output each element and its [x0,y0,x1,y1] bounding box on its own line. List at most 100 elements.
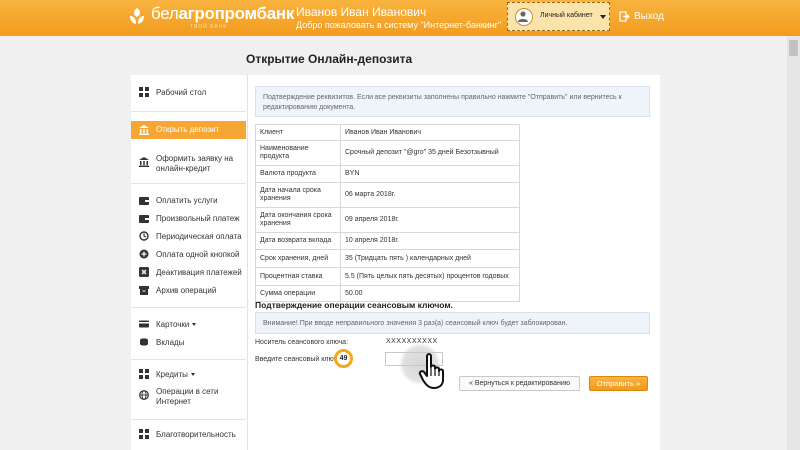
grid-icon [139,369,149,379]
grid-icon [139,87,149,97]
chevron-down-icon [190,373,195,377]
sidebar-divider [131,419,246,420]
sidebar-item-cards[interactable]: Карточки [131,315,246,335]
detail-value: 06 марта 2018г. [340,182,520,208]
chevron-down-icon [600,15,606,19]
close-square-icon [139,267,149,277]
detail-key: Дата начала срока хранения [255,182,341,208]
detail-value: 5.5 (Пять целых пять десятых) процентов … [340,267,520,286]
confirmation-notice: Подтверждение реквизитов. Если все рекви… [255,86,650,117]
sidebar-item-one-button-payment[interactable]: Оплата одной кнопкой [131,245,246,265]
credits-label: Кредиты [156,370,188,379]
table-row: Валюта продукта BYN [255,165,520,183]
wallet-icon [139,197,149,205]
sidebar-item-payment-deactivation[interactable]: Деактивация платежей [131,263,246,283]
scrollbar[interactable] [787,36,800,450]
sidebar-divider [131,111,246,112]
sidebar-item-desktop[interactable]: Рабочий стол [131,83,246,103]
sidebar-item-label: Оформить заявку на онлайн-кредит [156,154,234,173]
cabinet-label: Личный кабинет [540,12,593,19]
sidebar-item-open-deposit[interactable]: Открыть депозит [131,121,246,139]
table-row: Клиент Иванов Иван Иванович [255,124,520,141]
sidebar: Рабочий стол Открыть депозит Оформить за… [131,75,248,450]
archive-icon [139,286,149,295]
sidebar-item-credits[interactable]: Кредиты [131,365,246,385]
detail-key: Срок хранения, дней [255,249,341,268]
logout-label: Выход [634,11,664,23]
detail-value: Срочный депозит "@gro" 35 дней Безотзывн… [340,140,520,166]
coins-icon [140,338,148,346]
sidebar-item-label: Карточки [156,320,197,330]
user-icon [518,11,528,22]
session-key-label: Введите сеансовый ключ N [255,356,345,363]
sidebar-divider [131,183,246,184]
table-row: Дата возврата вклада 10 апреля 2018г. [255,232,520,250]
detail-key: Дата окончания срока хранения [255,207,341,233]
sidebar-item-internet-operations[interactable]: Операции в сети Интернет [131,386,246,406]
sidebar-item-periodic-payment[interactable]: Периодическая оплата [131,227,246,247]
grid-icon [139,429,149,439]
table-row: Дата окончания срока хранения 09 апреля 2… [255,207,520,233]
sidebar-item-label: Операции в сети Интернет [156,387,219,406]
table-row: Процентная ставка 5.5 (Пять целых пять де… [255,267,520,286]
sidebar-item-charity[interactable]: Благотворительность [131,425,246,445]
session-key-title: Подтверждение операции сеансовым ключом. [255,300,454,310]
page-title: Открытие Онлайн-депозита [246,52,413,66]
sidebar-item-label: Благотворительность [156,430,236,439]
sidebar-item-operations-archive[interactable]: Архив операций [131,281,246,301]
warning-notice: Внимание! При вводе неправильного значен… [255,312,650,334]
detail-value: BYN [340,165,520,183]
personal-cabinet-dropdown[interactable]: Личный кабинет [507,2,610,31]
sidebar-item-label: Открыть депозит [156,125,220,134]
detail-key: Процентная ставка [255,267,341,286]
detail-key: Валюта продукта [255,165,341,183]
sidebar-divider [131,359,246,360]
table-row: Дата начала срока хранения 06 марта 2018г… [255,182,520,208]
history-icon [139,231,149,241]
session-key-number-badge: 49 [334,349,353,368]
send-button[interactable]: Отправить » [589,376,648,391]
detail-value: Иванов Иван Иванович [340,124,520,141]
table-row: Наименование продукта Срочный депозит "@g… [255,140,520,166]
sidebar-item-label: Рабочий стол [156,88,207,97]
sidebar-item-label: Оплатить услуги [156,196,218,205]
avatar [515,8,533,26]
sidebar-item-online-credit[interactable]: Оформить заявку на онлайн-кредит [131,153,246,173]
logo-text[interactable]: белагропромбанк [151,4,294,24]
table-row: Срок хранения, дней 35 (Тридцать пять ) к… [255,249,520,268]
globe-icon [139,390,149,400]
sidebar-item-pay-services[interactable]: Оплатить услуги [131,191,246,211]
card-icon [139,320,149,328]
chevron-down-icon [192,323,197,327]
cards-label: Карточки [156,320,190,329]
sidebar-item-label: Вклады [156,338,185,347]
bank-icon [139,157,149,167]
bank-icon [139,125,149,135]
sidebar-item-deposits[interactable]: Вклады [131,333,246,353]
detail-key: Клиент [255,124,341,141]
sidebar-item-label: Деактивация платежей [156,268,242,277]
details-table: Клиент Иванов Иван Иванович Наименование … [255,124,520,302]
sidebar-item-label: Периодическая оплата [156,232,242,241]
detail-value: 09 апреля 2018г. [340,207,520,233]
welcome-text: Добро пожаловать в систему "Интернет-бан… [296,20,502,30]
key-carrier-label: Носитель сеансового ключа: [255,339,349,346]
user-name: Иванов Иван Иванович [296,5,427,19]
hand-cursor-icon [418,353,444,389]
detail-key: Дата возврата вклада [255,232,341,250]
back-to-edit-button[interactable]: « Вернуться к редактированию [459,376,580,391]
logo-tagline: ТВОЙ БАНК [190,24,228,30]
scrollbar-thumb[interactable] [789,40,798,56]
wallet-icon [139,215,149,223]
logout-icon [619,11,630,22]
logo-prefix: бел [151,4,179,23]
logo-main: агропромбанк [178,4,295,23]
detail-value: 35 (Тридцать пять ) календарных дней [340,249,520,268]
detail-key: Наименование продукта [255,140,341,166]
sidebar-item-label: Оплата одной кнопкой [156,250,240,259]
logo-icon [130,8,144,24]
logout-button[interactable]: Выход [619,11,664,22]
sidebar-item-arbitrary-payment[interactable]: Произвольный платеж [131,209,246,229]
sidebar-item-label: Произвольный платеж [156,214,240,223]
top-header: белагропромбанк ТВОЙ БАНК Иванов Иван Ив… [0,0,800,36]
